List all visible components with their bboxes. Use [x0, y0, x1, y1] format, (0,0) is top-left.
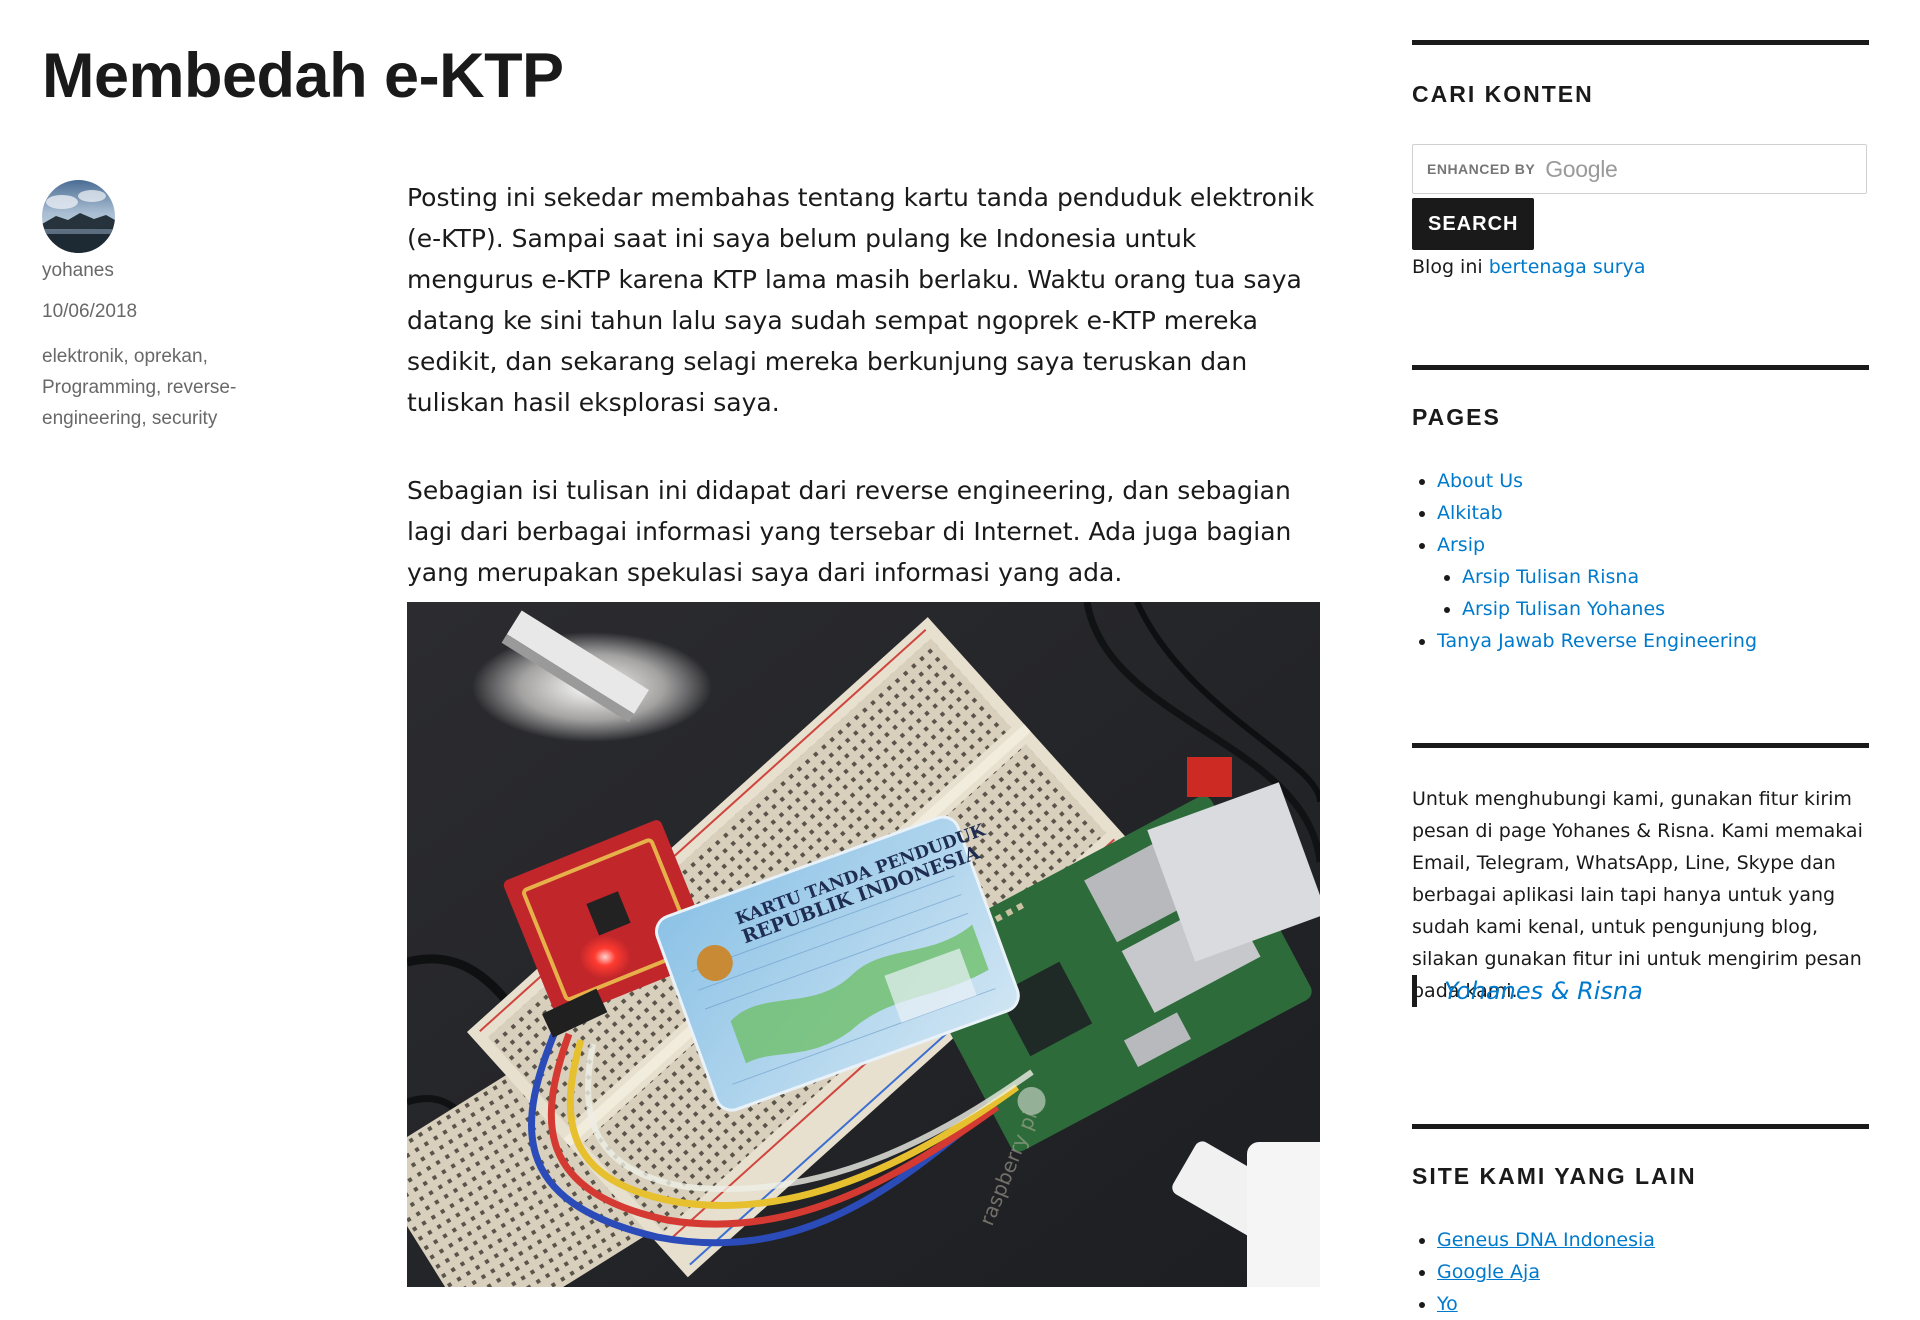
page-title: Membedah e-KTP [42, 41, 564, 111]
tag-link[interactable]: Programming [42, 377, 156, 398]
author-link[interactable]: yohanes [42, 259, 272, 283]
page-link-about-us[interactable]: About Us [1437, 470, 1523, 492]
contact-text-widget: Untuk menghubungi kami, gunakan fitur ki… [1412, 743, 1869, 1038]
entry-meta: yohanes 10/06/2018 elektronik, oprekan, … [42, 180, 272, 434]
content-paragraph: Sebagian isi tulisan ini didapat dari re… [407, 476, 1292, 587]
entry-content: Posting ini sekedar membahas tentang kar… [407, 177, 1329, 640]
search-button[interactable]: SEARCH [1412, 198, 1535, 250]
signature-quote: Yohanes & Risna [1412, 975, 1643, 1007]
tag-links: elektronik, oprekan, Programming, revers… [42, 346, 237, 429]
search-widget: CARI KONTEN ENHANCED BY Google SEARCH Bl… [1412, 40, 1869, 278]
tag-link[interactable]: security [152, 408, 217, 429]
avatar-image [42, 180, 115, 253]
tag-link[interactable]: elektronik [42, 346, 123, 367]
list-item: Google Aja [1437, 1256, 1655, 1288]
pages-list: About Us Alkitab Arsip Arsip Tulisan Ris… [1412, 465, 1757, 657]
ektp-photo-illustration: KARTU TANDA PENDUDUK REPUBLIK INDONESIA … [407, 602, 1320, 1287]
content-paragraph: Posting ini sekedar membahas tentang kar… [407, 183, 1315, 417]
ektp-photo: KARTU TANDA PENDUDUK REPUBLIK INDONESIA … [407, 602, 1320, 1287]
blog-note: Blog ini bertenaga surya [1412, 252, 1645, 282]
page-link-tanya-jawab[interactable]: Tanya Jawab Reverse Engineering [1437, 630, 1757, 652]
post-date-link[interactable]: 10/06/2018 [42, 300, 272, 324]
site-link-geneus[interactable]: Geneus DNA Indonesia [1437, 1229, 1655, 1251]
list-item: Alkitab [1437, 497, 1757, 529]
page-link-arsip[interactable]: Arsip [1437, 534, 1485, 556]
sites-list: Geneus DNA Indonesia Google Aja Yo [1412, 1224, 1655, 1320]
list-item: About Us [1437, 465, 1757, 497]
widget-title: PAGES [1412, 404, 1501, 430]
other-sites-widget: SITE KAMI YANG LAIN Geneus DNA Indonesia… [1412, 1124, 1869, 1315]
author-avatar[interactable] [42, 180, 115, 253]
site-link-google-aja[interactable]: Google Aja [1437, 1261, 1540, 1283]
page-link-alkitab[interactable]: Alkitab [1437, 502, 1503, 524]
widget-title: SITE KAMI YANG LAIN [1412, 1163, 1697, 1189]
list-item: Arsip Arsip Tulisan Risna Arsip Tulisan … [1437, 529, 1757, 625]
list-item: Yo [1437, 1288, 1655, 1320]
contact-text: Untuk menghubungi kami, gunakan fitur ki… [1412, 788, 1863, 1002]
site-link-partial[interactable]: Yo [1437, 1293, 1458, 1315]
tag-link[interactable]: oprekan [134, 346, 203, 367]
solar-powered-link[interactable]: bertenaga surya [1489, 256, 1646, 278]
list-item: Arsip Tulisan Yohanes [1462, 593, 1757, 625]
page-link-arsip-risna[interactable]: Arsip Tulisan Risna [1462, 566, 1639, 588]
pages-widget: PAGES About Us Alkitab Arsip Arsip Tulis… [1412, 365, 1869, 690]
list-item: Geneus DNA Indonesia [1437, 1224, 1655, 1256]
list-item: Arsip Tulisan Risna [1462, 561, 1757, 593]
search-input[interactable]: ENHANCED BY Google [1412, 144, 1867, 194]
list-item: Tanya Jawab Reverse Engineering [1437, 625, 1757, 657]
arsip-children-list: Arsip Tulisan Risna Arsip Tulisan Yohane… [1437, 561, 1757, 625]
widget-title: CARI KONTEN [1412, 81, 1594, 107]
enhanced-by-label: ENHANCED BY [1427, 161, 1536, 177]
yohanes-risna-link[interactable]: Yohanes & Risna [1444, 977, 1643, 1005]
page-link-arsip-yohanes[interactable]: Arsip Tulisan Yohanes [1462, 598, 1665, 620]
blog-note-text: Blog ini [1412, 256, 1483, 278]
google-logo: Google [1545, 155, 1618, 182]
